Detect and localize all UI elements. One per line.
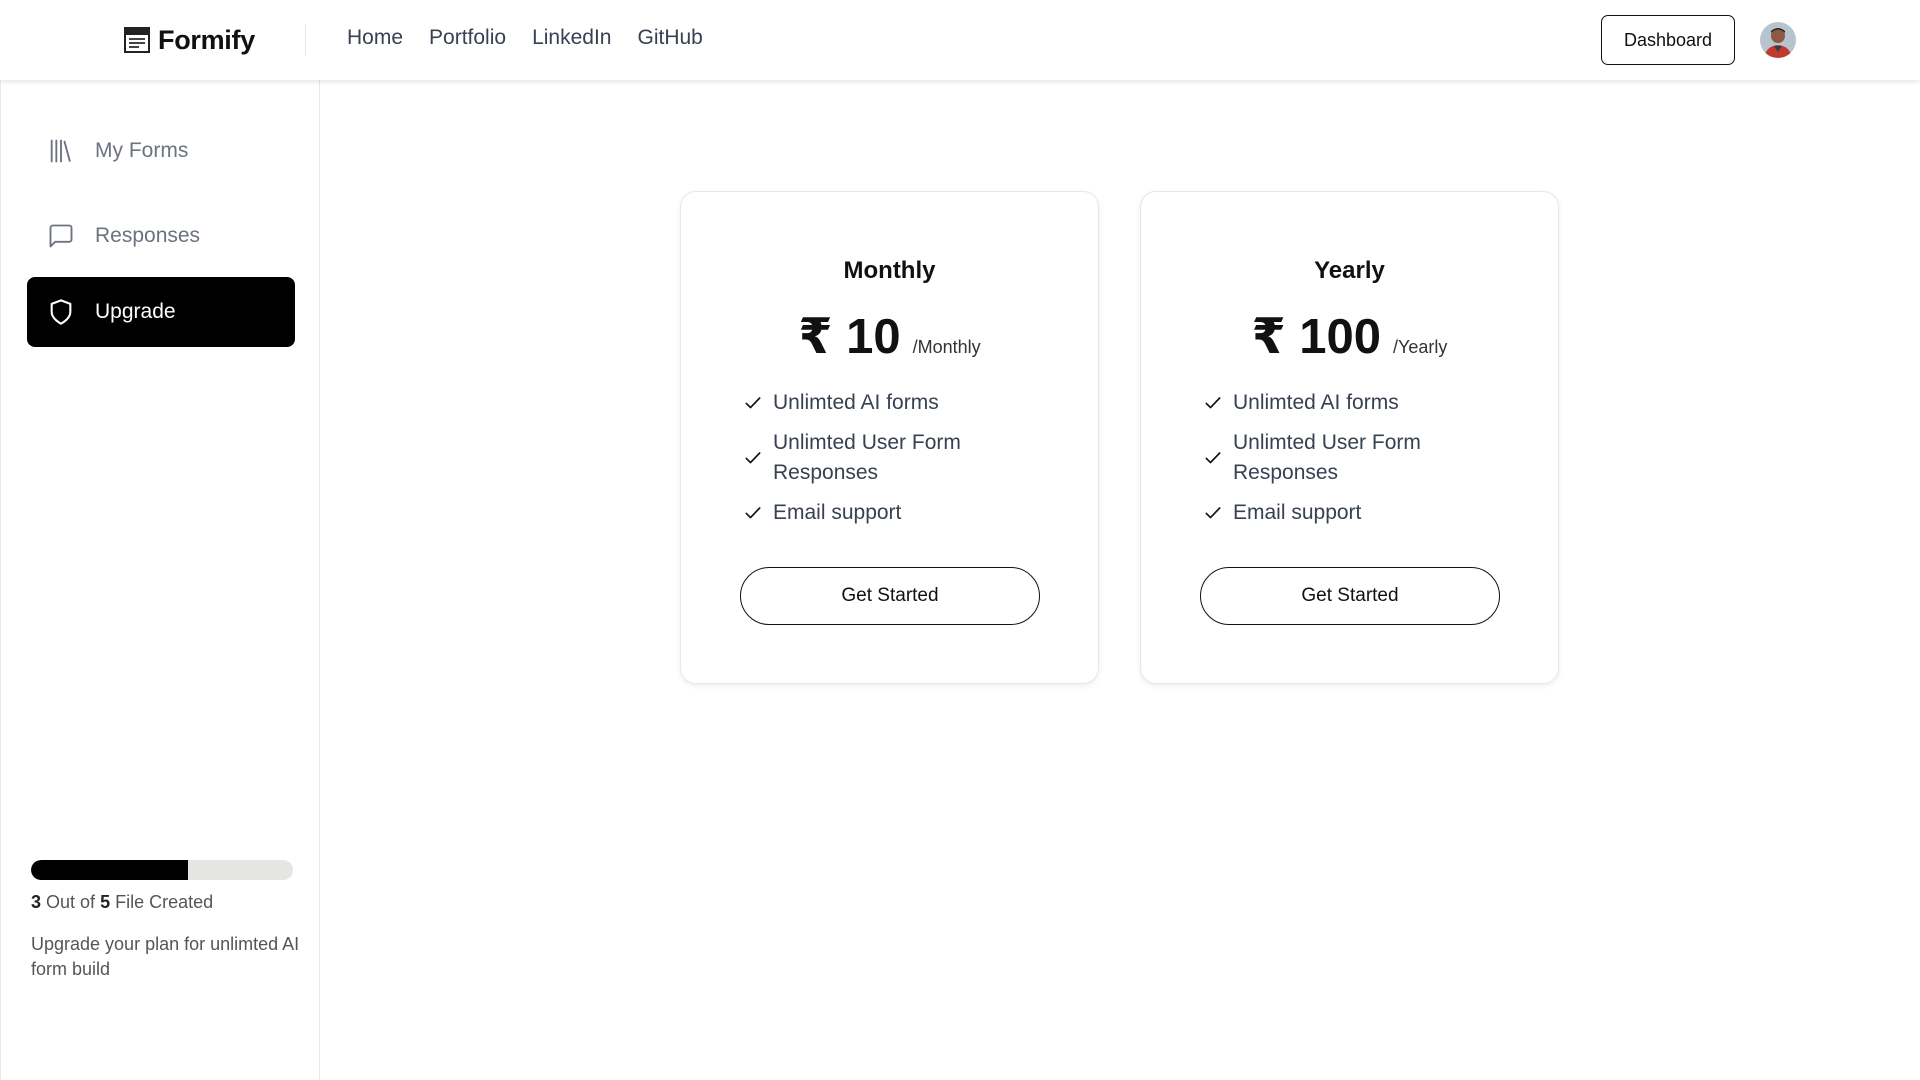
price-row: ₹ 100 /Yearly xyxy=(1141,308,1558,365)
sidebar-item-my-forms[interactable]: My Forms xyxy=(27,116,295,186)
usage-progress-fill xyxy=(31,860,189,880)
main-nav: Home Portfolio LinkedIn GitHub xyxy=(347,26,703,50)
price-row: ₹ 10 /Monthly xyxy=(681,308,1098,365)
feature-text: Email support xyxy=(773,501,902,524)
upgrade-note: Upgrade your plan for unlimted AI form b… xyxy=(31,934,300,979)
sidebar-item-upgrade[interactable]: Upgrade xyxy=(27,277,295,347)
usage-total-count: 5 xyxy=(100,892,111,912)
plan-name: Monthly xyxy=(843,257,936,284)
usage-created-count: 3 xyxy=(31,892,42,912)
check-icon xyxy=(1205,507,1221,519)
feature-text: Unlimted AI forms xyxy=(1233,391,1399,414)
sidebar-item-responses[interactable]: Responses xyxy=(27,201,295,271)
brand[interactable]: Formify xyxy=(124,25,255,55)
check-icon xyxy=(745,507,761,519)
feature-list: Unlimted AI forms Unlimted User Form Res… xyxy=(1203,388,1513,538)
get-started-yearly-button[interactable]: Get Started xyxy=(1200,567,1500,625)
pricing-card-monthly: Monthly ₹ 10 /Monthly Unlimted AI forms … xyxy=(680,191,1099,684)
usage-end: File Created xyxy=(115,892,214,912)
feature-text: Unlimted User Form Responses xyxy=(773,431,961,484)
check-icon xyxy=(745,397,761,409)
nav-github[interactable]: GitHub xyxy=(637,26,702,50)
feature-text: Unlimted User Form Responses xyxy=(1233,431,1421,484)
top-header: Formify Home Portfolio LinkedIn GitHub D… xyxy=(0,0,1920,80)
check-icon xyxy=(1205,397,1221,409)
feature-item: Unlimted AI forms xyxy=(1203,388,1513,418)
plan-price: ₹ 10 xyxy=(798,310,901,364)
sidebar-item-label: Responses xyxy=(95,224,201,247)
message-square-icon xyxy=(49,224,73,248)
plan-period: /Yearly xyxy=(1393,337,1448,357)
plan-period: /Monthly xyxy=(912,337,981,357)
dashboard-button[interactable]: Dashboard xyxy=(1601,15,1735,65)
nav-portfolio[interactable]: Portfolio xyxy=(429,26,506,50)
usage-progress-bar xyxy=(31,860,293,880)
feature-item: Unlimted User Form Responses xyxy=(1203,428,1513,488)
feature-text: Email support xyxy=(1233,501,1362,524)
feature-item: Email support xyxy=(743,498,1053,528)
feature-text: Unlimted AI forms xyxy=(773,391,939,414)
avatar[interactable] xyxy=(1760,22,1796,58)
feature-item: Unlimted AI forms xyxy=(743,388,1053,418)
header-divider xyxy=(305,24,306,56)
usage-mid: Out of xyxy=(46,892,96,912)
brand-name: Formify xyxy=(158,24,255,55)
get-started-monthly-button[interactable]: Get Started xyxy=(740,567,1040,625)
check-icon xyxy=(1205,452,1221,464)
feature-list: Unlimted AI forms Unlimted User Form Res… xyxy=(743,388,1053,538)
sidebar-item-label: Upgrade xyxy=(95,300,176,323)
nav-home[interactable]: Home xyxy=(347,26,403,50)
check-icon xyxy=(745,452,761,464)
user-avatar-icon xyxy=(1760,22,1796,58)
sidebar-item-label: My Forms xyxy=(95,139,189,162)
sidebar: My Forms Responses Upgrade 3 Out of 5 Fi… xyxy=(0,80,320,1080)
form-logo-icon xyxy=(124,27,150,53)
feature-item: Unlimted User Form Responses xyxy=(743,428,1053,488)
pricing-card-yearly: Yearly ₹ 100 /Yearly Unlimted AI forms U… xyxy=(1140,191,1559,684)
plan-name: Yearly xyxy=(1314,257,1385,284)
plan-price: ₹ 100 xyxy=(1251,310,1382,364)
feature-item: Email support xyxy=(1203,498,1513,528)
library-icon xyxy=(50,139,71,163)
shield-icon xyxy=(50,299,72,325)
usage-text: 3 Out of 5 File Created xyxy=(31,892,213,913)
nav-linkedin[interactable]: LinkedIn xyxy=(532,26,611,50)
